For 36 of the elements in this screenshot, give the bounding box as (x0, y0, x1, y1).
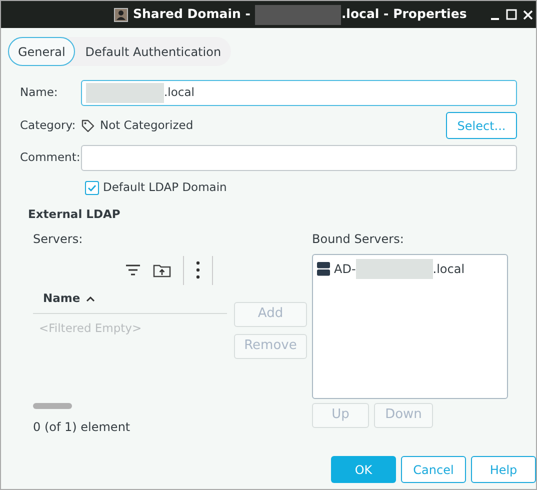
comment-field[interactable] (81, 145, 517, 171)
field-label: Name: (20, 84, 59, 102)
checkbox-label: Default LDAP Domain (103, 179, 227, 196)
section-heading: External LDAP (28, 206, 122, 224)
server-icon (317, 262, 330, 276)
tab[interactable]: Default Authentication (75, 37, 232, 66)
server-name: .local (432, 260, 465, 278)
maximize-icon[interactable] (506, 9, 517, 20)
tab[interactable]: General (8, 37, 76, 66)
column-header[interactable]: Name (43, 290, 96, 308)
window-title: .local - Properties (341, 5, 467, 24)
close-icon[interactable] (523, 10, 533, 20)
status-text: 0 (of 1) element (33, 418, 132, 436)
name-field[interactable]: .local (81, 80, 517, 106)
sort-ascending-icon (86, 296, 96, 302)
servers-label: Servers: (33, 230, 84, 248)
dialog-button[interactable]: Help (471, 456, 536, 483)
dialog-button[interactable]: OK (331, 456, 396, 483)
more-icon[interactable] (196, 261, 200, 279)
field-label: Category: (20, 116, 77, 134)
select-button[interactable]: Select... (446, 112, 517, 139)
person-icon (114, 8, 128, 22)
tag-icon (81, 118, 95, 132)
server-name: AD- (334, 260, 356, 278)
filter-icon[interactable] (125, 264, 141, 276)
field-value: .local (164, 84, 194, 102)
empty-list-text: <Filtered Empty> (39, 320, 143, 336)
check-icon (87, 182, 97, 193)
category-value: Not Categorized (100, 116, 194, 134)
bound-servers-label: Bound Servers: (312, 230, 405, 248)
checkbox[interactable] (85, 180, 99, 195)
folder-upload-icon[interactable] (153, 262, 171, 278)
scrollbar-thumb[interactable] (33, 402, 72, 409)
dialog-button[interactable]: Cancel (401, 456, 466, 483)
window-title: Shared Domain - (133, 5, 250, 24)
field-label: Comment: (20, 149, 81, 166)
